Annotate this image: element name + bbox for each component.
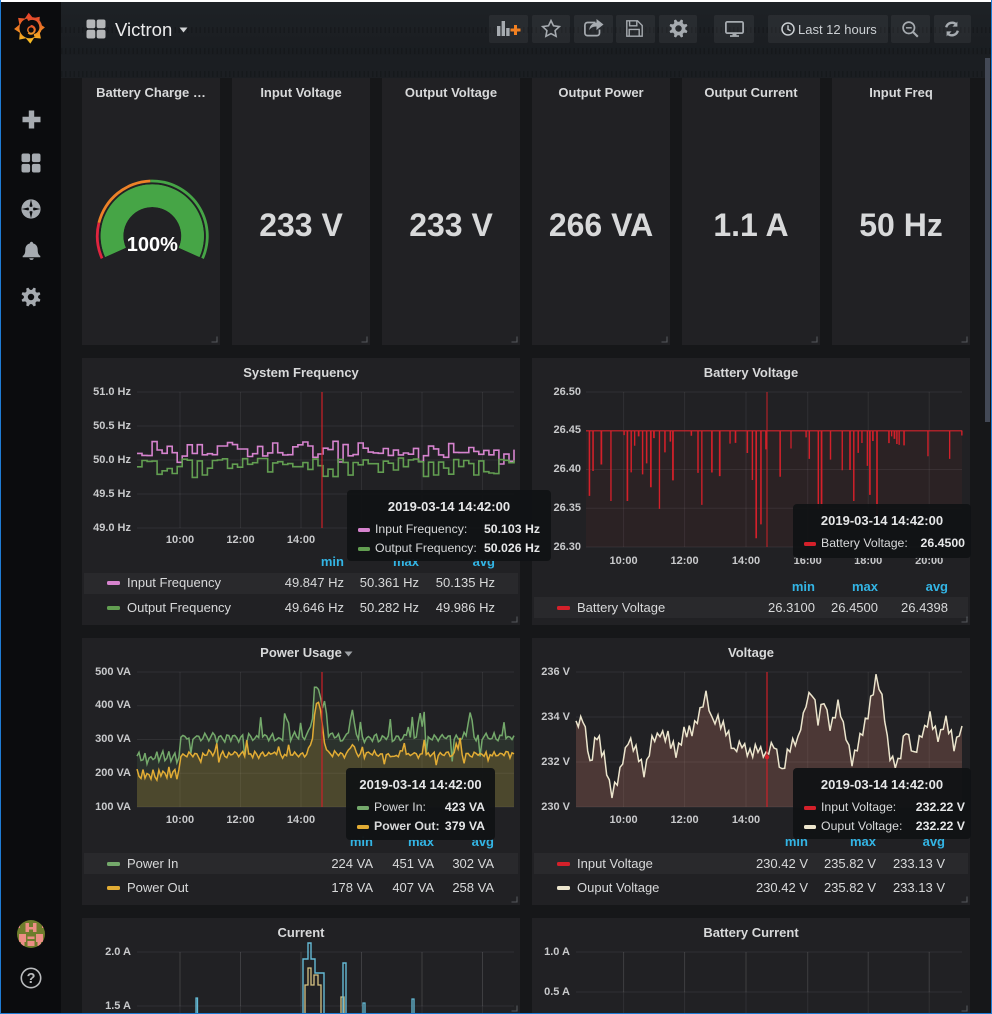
svg-text:100%: 100% bbox=[127, 234, 178, 256]
svg-text:?: ? bbox=[27, 971, 36, 987]
